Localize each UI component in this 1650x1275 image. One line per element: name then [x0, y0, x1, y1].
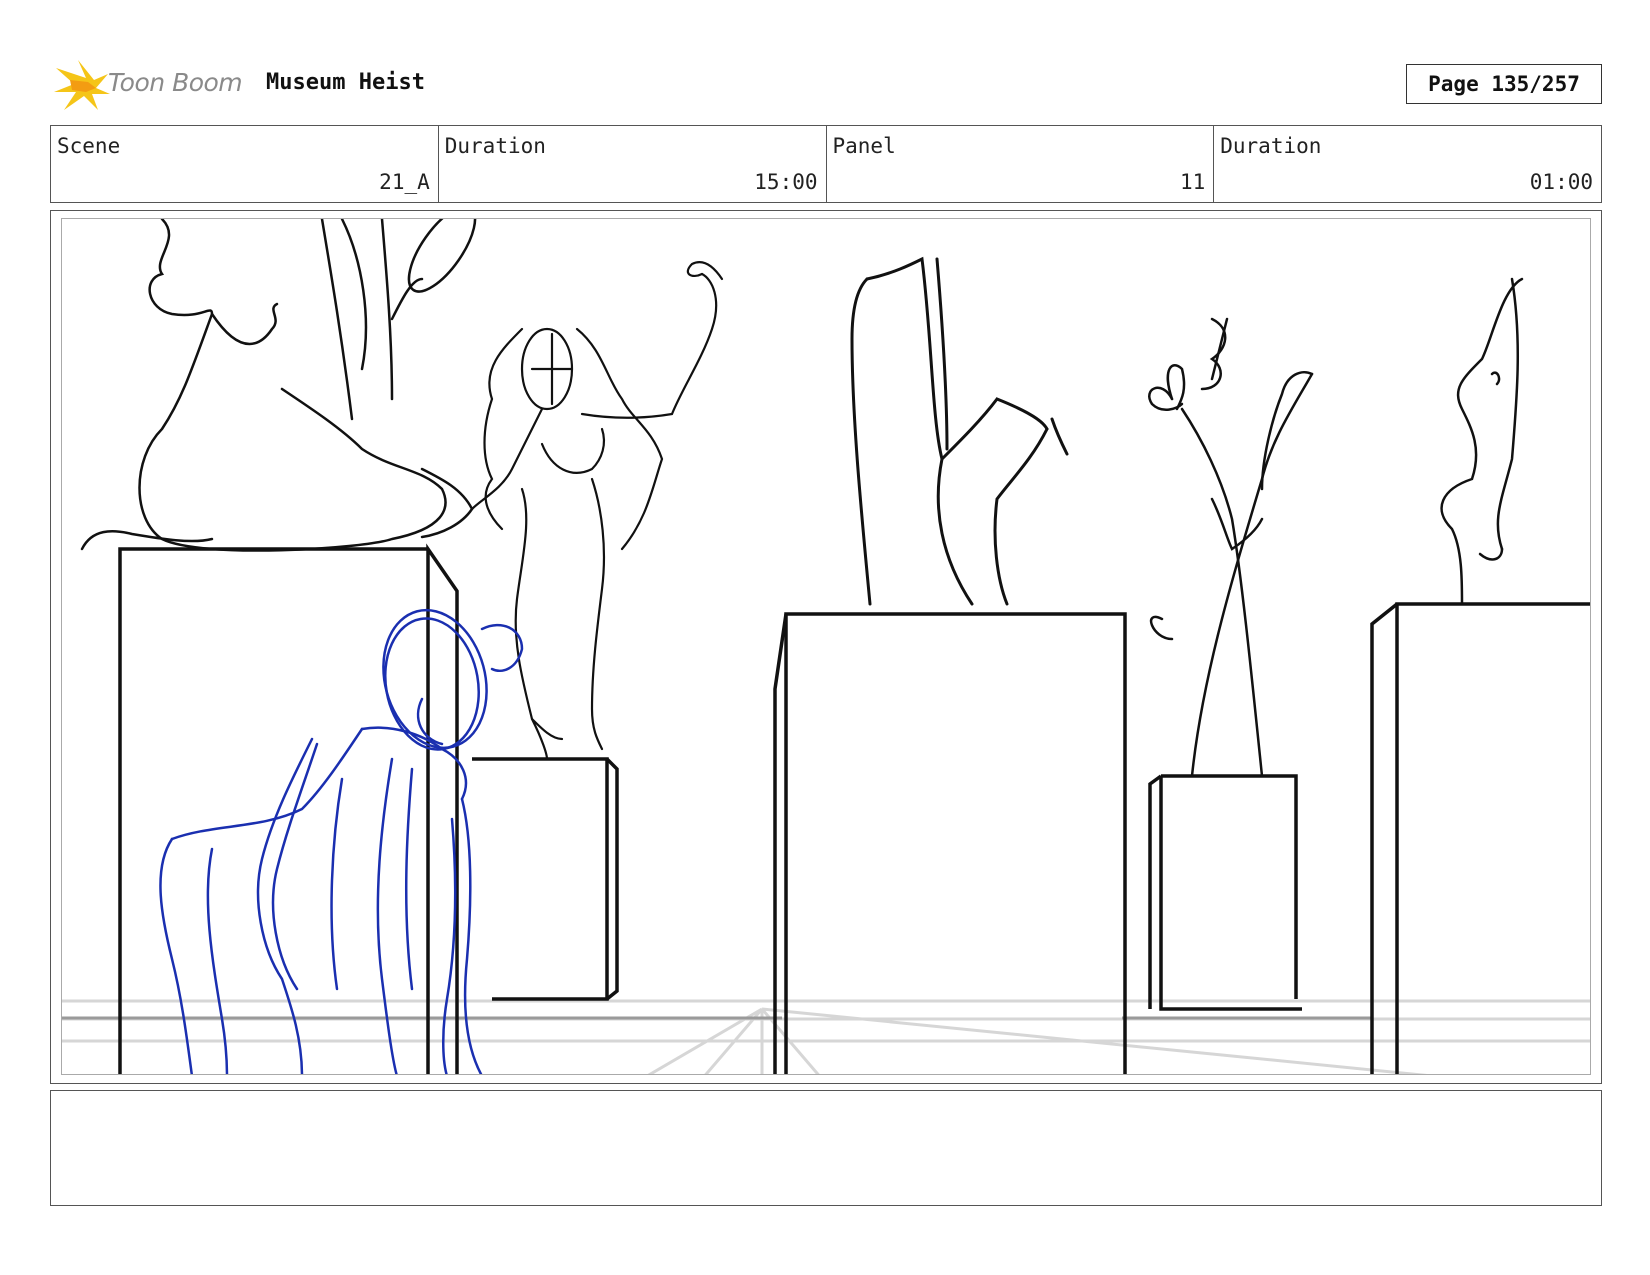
statue-woman — [470, 261, 724, 761]
project-title: Museum Heist — [266, 70, 425, 95]
panel-duration-cell: Duration 01:00 — [1214, 126, 1601, 202]
panel-notes-box — [50, 1090, 1602, 1206]
scene-duration-cell: Duration 15:00 — [439, 126, 827, 202]
logo-wordmark: Toon Boom — [108, 68, 243, 97]
scene-value: 21_A — [379, 170, 430, 194]
pedestals — [118, 543, 1590, 1074]
statue-seated — [80, 219, 477, 552]
scene-info-row: Scene 21_A Duration 15:00 Panel 11 Durat… — [50, 125, 1602, 203]
scene-duration-label: Duration — [444, 134, 546, 158]
statue-abstract — [850, 256, 1069, 606]
panel-drawing-area — [61, 218, 1591, 1075]
statue-right — [1440, 277, 1524, 606]
scene-cell: Scene 21_A — [51, 126, 439, 202]
starburst-icon — [54, 60, 110, 110]
statue-limbs — [1148, 317, 1314, 778]
panel-value: 11 — [1179, 170, 1206, 194]
panel-duration-label: Duration — [1220, 134, 1322, 158]
panel-duration-value: 01:00 — [1529, 170, 1593, 194]
scene-duration-value: 15:00 — [754, 170, 818, 194]
panel-label: Panel — [832, 134, 896, 158]
page-indicator: Page 135/257 — [1406, 64, 1602, 104]
scene-label: Scene — [57, 134, 121, 158]
storyboard-panel — [50, 210, 1602, 1084]
panel-sketch — [62, 219, 1590, 1074]
panel-cell: Panel 11 — [827, 126, 1215, 202]
character-sketch — [159, 608, 524, 1074]
toon-boom-logo: Toon Boom — [52, 58, 252, 114]
